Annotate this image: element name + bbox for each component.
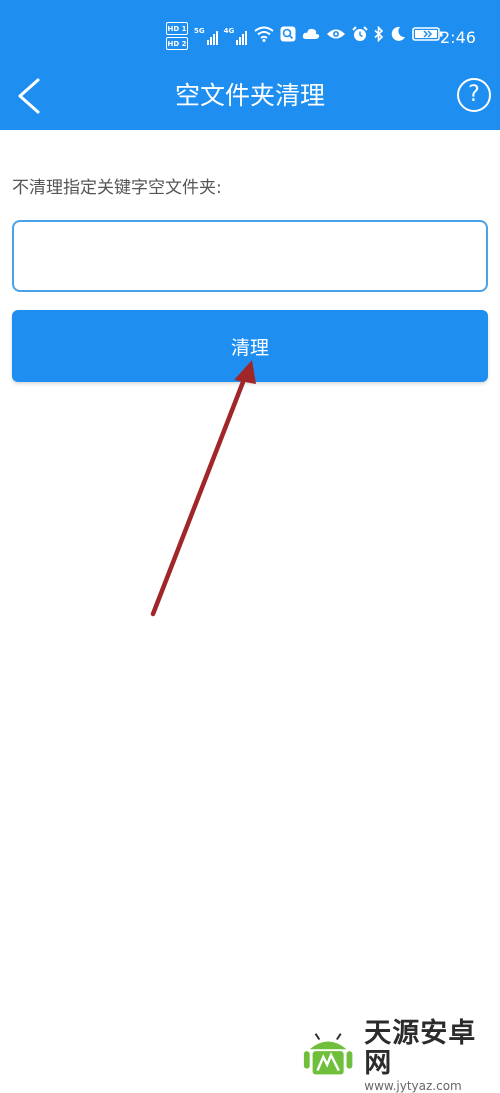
status-time: 2:46 [440,28,476,47]
network-1-label: 5G [194,27,205,35]
hd1-badge: HD 1 [166,22,188,35]
clean-button[interactable]: 清理 [12,310,488,382]
hd-indicators: HD 1 HD 2 [166,22,188,50]
cloud-icon [302,28,320,39]
watermark: 天源安卓网 www.jytyaz.com [300,1019,500,1093]
alarm-icon [352,26,368,41]
watermark-title: 天源安卓网 [364,1018,477,1079]
status-icons [254,26,444,42]
bluetooth-icon [374,26,384,42]
watermark-text: 天源安卓网 www.jytyaz.com [364,1019,500,1093]
status-left: HD 1 HD 2 5G 4G [166,22,248,50]
help-icon[interactable]: ? [457,78,491,112]
search-app-icon [280,26,296,42]
status-bar: HD 1 HD 2 5G 4G 2:46 [0,20,500,56]
eye-icon [327,29,345,39]
watermark-url: www.jytyaz.com [364,1079,462,1093]
signal-2-icon: 4G [224,27,248,45]
hd2-badge: HD 2 [166,37,188,50]
app-bar: HD 1 HD 2 5G 4G 2:46 空文件夹清理 ? [0,0,500,130]
keyword-label: 不清理指定关键字空文件夹: [12,178,222,198]
network-2-label: 4G [223,27,235,35]
moon-icon [391,26,405,41]
wifi-icon [254,26,274,42]
signal-1-icon: 5G [194,27,218,45]
page-title: 空文件夹清理 [174,81,325,110]
keyword-input[interactable] [12,220,488,292]
annotation-arrow [150,360,256,617]
android-logo-icon [303,1033,353,1075]
